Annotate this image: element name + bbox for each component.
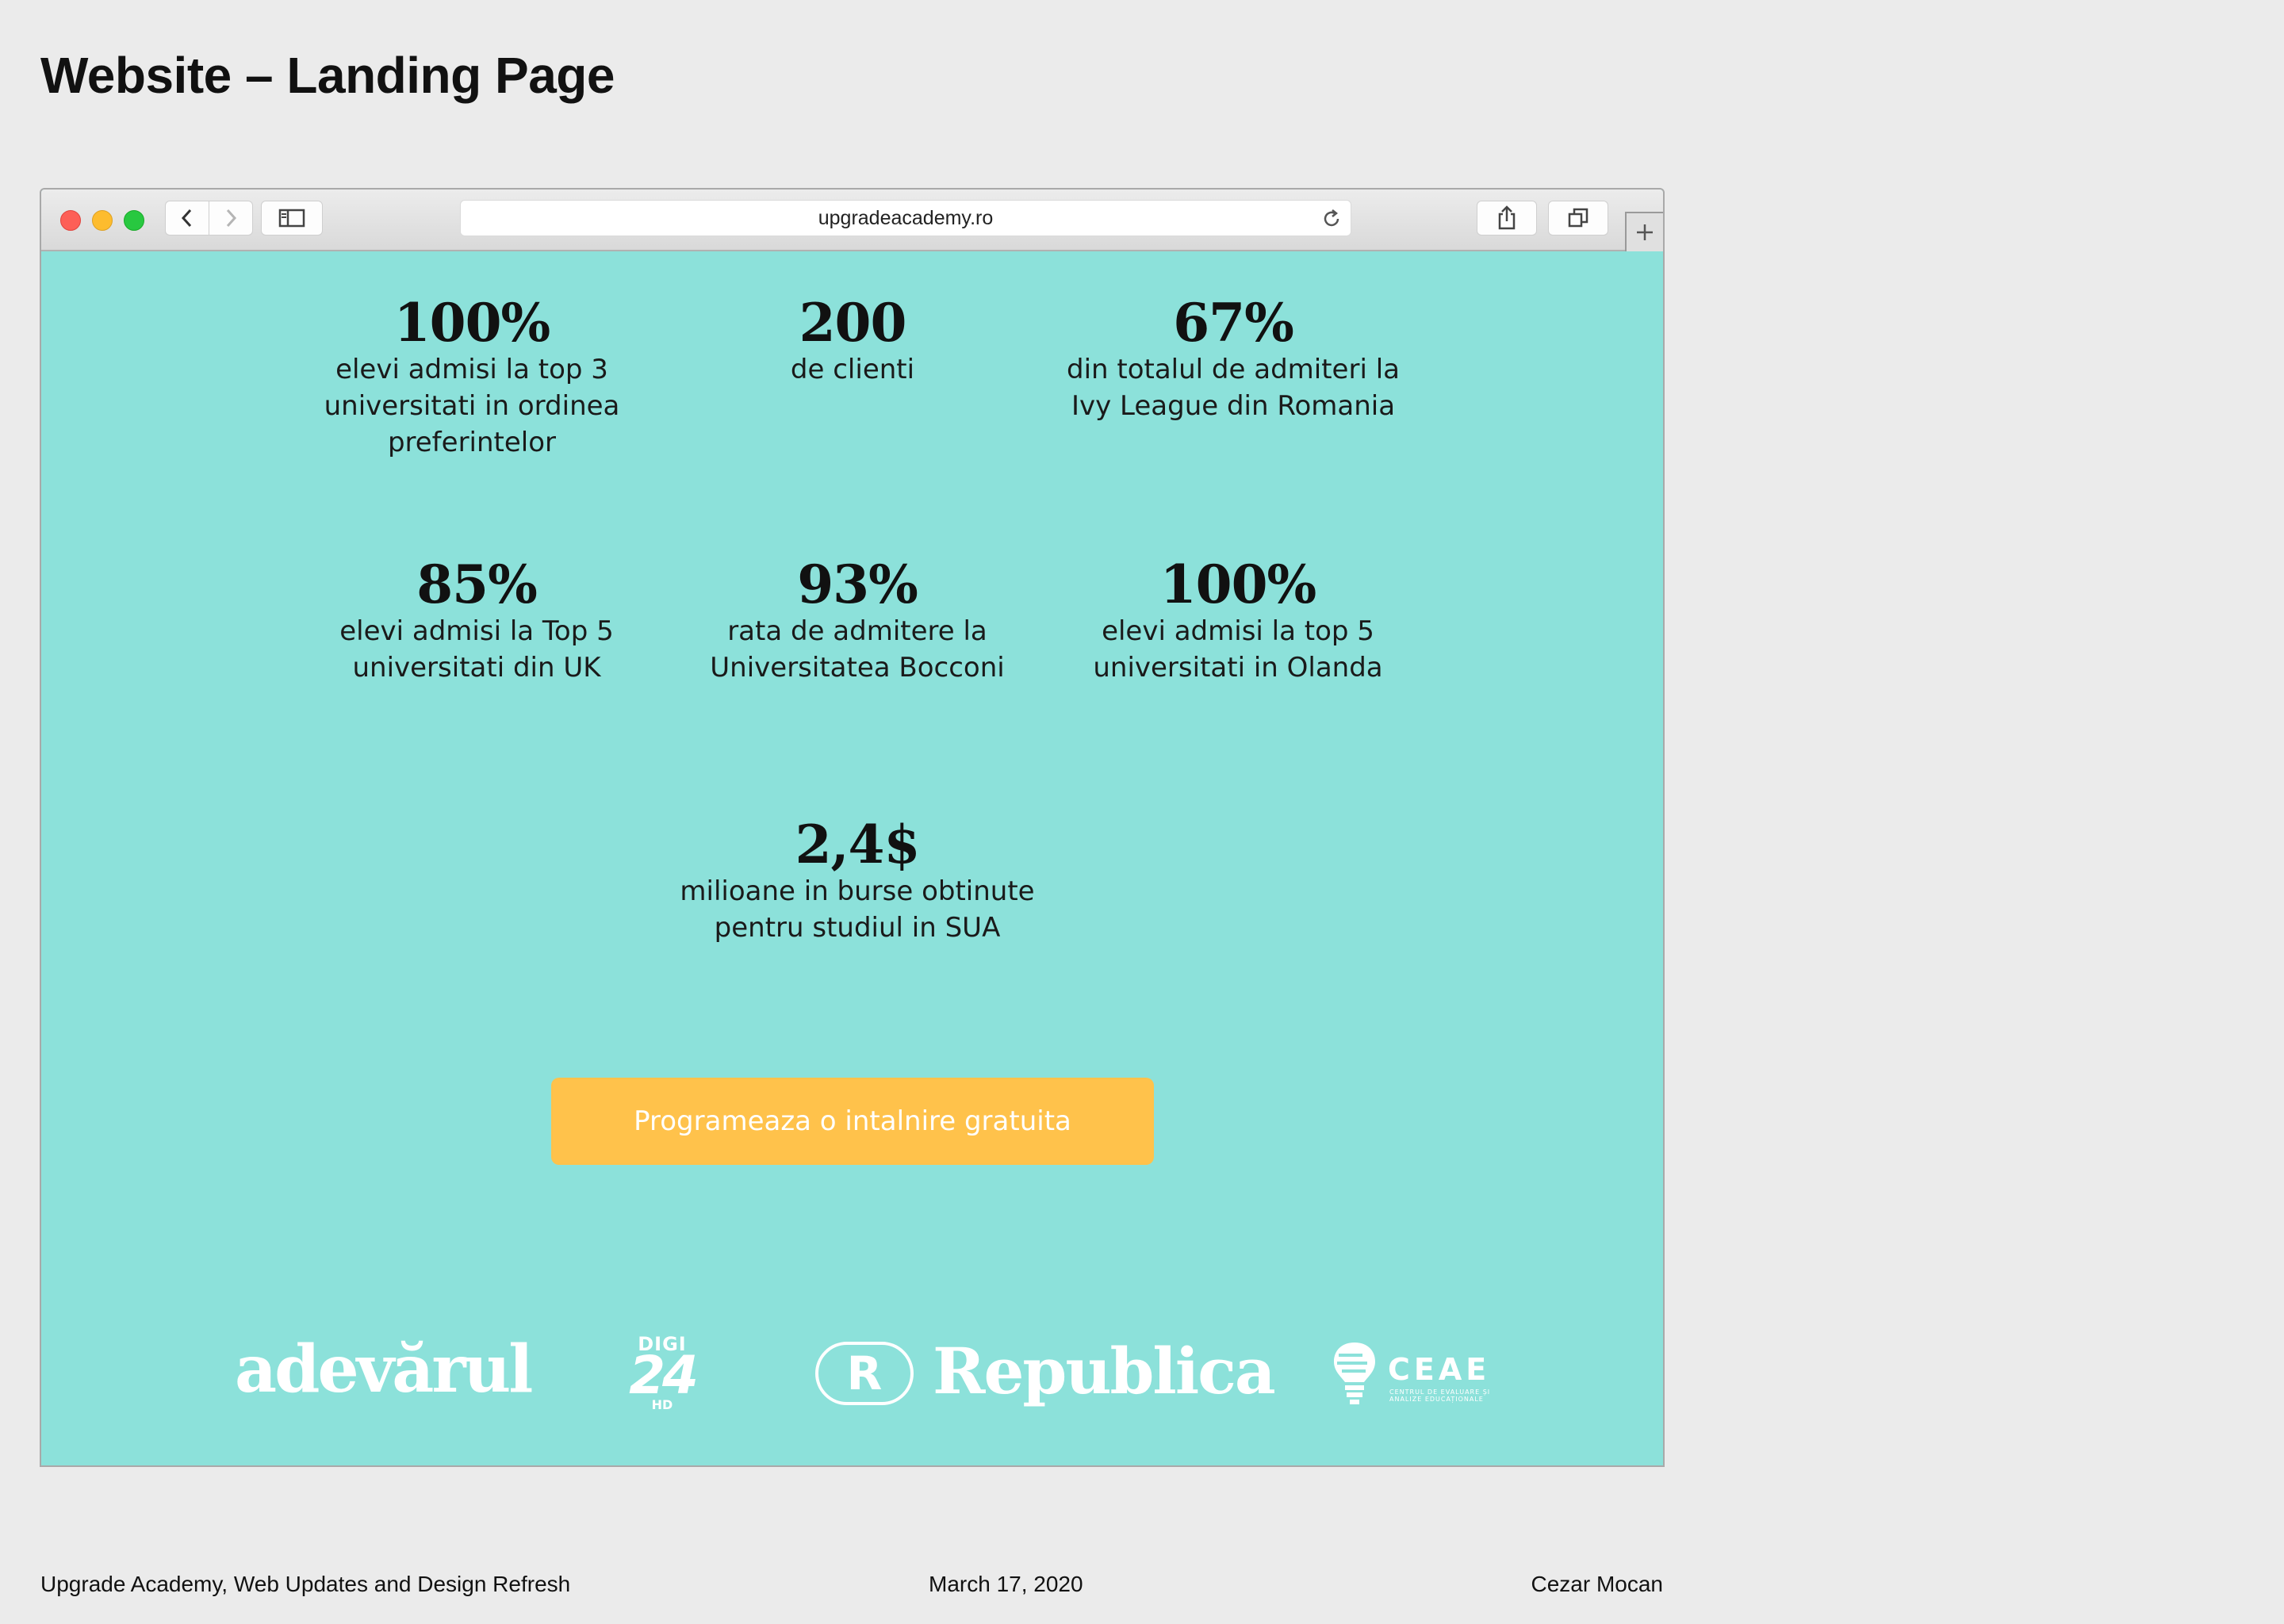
ceae-bulb-icon — [1334, 1342, 1375, 1404]
forward-button[interactable] — [209, 201, 253, 236]
reload-icon[interactable] — [1320, 208, 1343, 230]
stat-label: milioane in burse obtinute pentru studiu… — [680, 875, 1035, 944]
sidebar-icon — [278, 209, 305, 228]
stat-label: elevi admisi la top 5 universitati in Ol… — [1093, 615, 1383, 684]
sidebar-toggle-button[interactable] — [261, 201, 323, 236]
stat-top3-universities: 100% elevi admisi la top 3 universitati … — [282, 291, 662, 461]
stat-scholarships: 2,4$ milioane in burse obtinute pentru s… — [667, 813, 1048, 946]
stat-netherlands: 100% elevi admisi la top 5 universitati … — [1048, 553, 1428, 686]
stat-value: 93% — [797, 553, 918, 615]
stat-label: rata de admitere la Universitatea Boccon… — [710, 615, 1005, 684]
share-icon — [1498, 205, 1516, 230]
plus-icon — [1637, 224, 1653, 240]
page-title: Website – Landing Page — [40, 47, 615, 104]
minimize-window-button[interactable] — [92, 210, 113, 231]
stat-label: de clienti — [790, 354, 915, 385]
stat-value: 67% — [1173, 292, 1294, 354]
footer-project: Upgrade Academy, Web Updates and Design … — [40, 1572, 571, 1596]
show-tabs-button[interactable] — [1548, 201, 1608, 236]
stat-value: 100% — [1159, 553, 1316, 615]
stat-value: 200 — [799, 292, 907, 354]
stat-label: elevi admisi la top 3 universitati in or… — [324, 354, 620, 458]
chevron-left-icon — [181, 209, 192, 228]
browser-window: upgradeacademy.ro 100% elevi admisi la t… — [40, 188, 1665, 1467]
close-window-button[interactable] — [60, 210, 81, 231]
address-bar[interactable]: upgradeacademy.ro — [460, 200, 1351, 236]
chevron-right-icon — [226, 209, 237, 228]
republica-logo: Republica — [933, 1334, 1276, 1408]
ceae-logo: CEAE — [1388, 1352, 1491, 1387]
stat-ivy-league: 67% din totalul de admiteri la Ivy Leagu… — [1043, 291, 1424, 424]
stat-label: elevi admisi la Top 5 universitati din U… — [339, 615, 614, 684]
digi24-logo: DIGI 24 HD — [619, 1335, 706, 1415]
share-button[interactable] — [1477, 201, 1537, 236]
adevarul-logo: adevărul — [235, 1331, 533, 1408]
new-tab-button[interactable] — [1625, 212, 1663, 251]
stat-value: 100% — [393, 292, 550, 354]
footer-author: Cezar Mocan — [1531, 1572, 1663, 1596]
footer-date: March 17, 2020 — [929, 1572, 1083, 1596]
back-button[interactable] — [165, 201, 209, 236]
zoom-window-button[interactable] — [124, 210, 144, 231]
browser-toolbar: upgradeacademy.ro — [41, 190, 1663, 251]
stat-clients: 200 de clienti — [662, 291, 1043, 388]
stat-uk-universities: 85% elevi admisi la Top 5 universitati d… — [286, 553, 667, 686]
tabs-icon — [1568, 208, 1588, 228]
republica-logo-mark: R — [815, 1342, 914, 1405]
ceae-logo-subtitle: CENTRUL DE EVALUARE ȘI ANALIZE EDUCAȚION… — [1389, 1388, 1491, 1403]
url-text: upgradeacademy.ro — [818, 207, 994, 229]
stat-label: din totalul de admiteri la Ivy League di… — [1067, 354, 1400, 422]
stat-value: 2,4$ — [795, 814, 921, 875]
schedule-meeting-button[interactable]: Programeaza o intalnire gratuita — [551, 1078, 1154, 1165]
stat-bocconi: 93% rata de admitere la Universitatea Bo… — [667, 553, 1048, 686]
digi-logo-number: 24 — [629, 1345, 699, 1406]
stat-value: 85% — [416, 553, 538, 615]
